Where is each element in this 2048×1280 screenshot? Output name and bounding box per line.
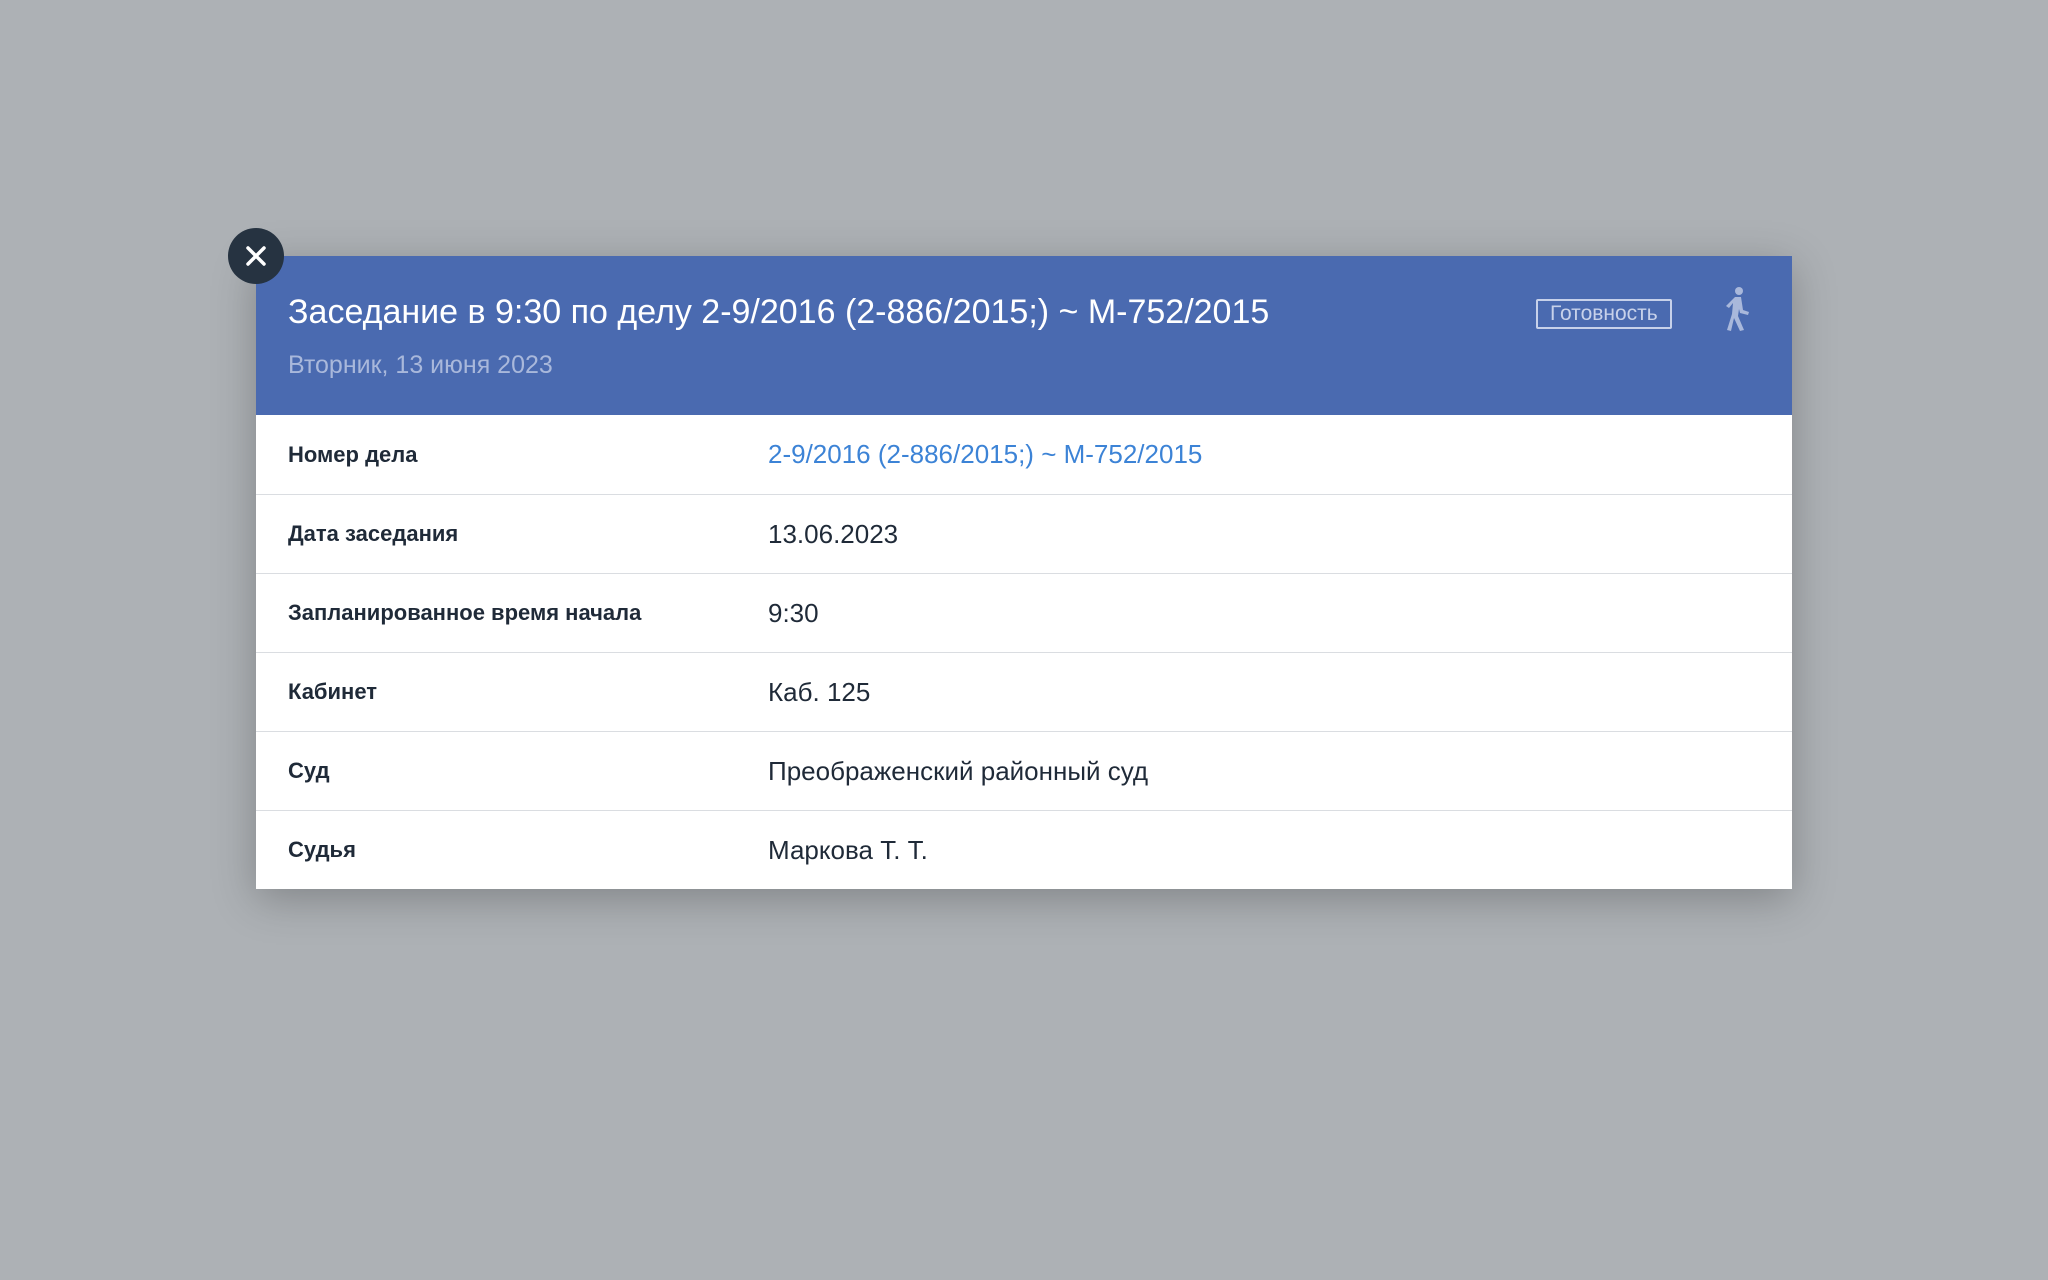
detail-row-hearing-date: Дата заседания 13.06.2023 (256, 494, 1792, 573)
detail-row-start-time: Запланированное время начала 9:30 (256, 573, 1792, 652)
detail-label: Кабинет (288, 679, 378, 704)
detail-value: 9:30 (768, 597, 819, 628)
detail-value: 13.06.2023 (768, 518, 899, 549)
case-number-link[interactable]: 2-9/2016 (2-886/2015;) ~ М-752/2015 (768, 439, 1202, 470)
detail-label: Дата заседания (288, 521, 459, 546)
detail-value: Каб. 125 (768, 676, 871, 707)
detail-row-court: Суд Преображенский районный суд (256, 731, 1792, 810)
details-list: Номер дела 2-9/2016 (2-886/2015;) ~ М-75… (256, 415, 1792, 889)
detail-row-room: Кабинет Каб. 125 (256, 652, 1792, 731)
close-icon (246, 246, 266, 266)
detail-label: Суд (288, 758, 330, 783)
detail-row-case-number: Номер дела 2-9/2016 (2-886/2015;) ~ М-75… (256, 415, 1792, 494)
detail-label: Запланированное время начала (288, 600, 642, 625)
status-badge: Готовность (1536, 299, 1672, 329)
detail-label: Номер дела (288, 441, 418, 467)
modal-header: Заседание в 9:30 по делу 2-9/2016 (2-886… (256, 256, 1792, 415)
detail-value: Маркова Т. Т. (768, 834, 928, 865)
detail-value: Преображенский районный суд (768, 755, 1149, 786)
detail-row-judge: Судья Маркова Т. Т. (256, 810, 1792, 889)
detail-label: Судья (288, 837, 356, 862)
hearing-details-modal: Заседание в 9:30 по делу 2-9/2016 (2-886… (256, 256, 1792, 889)
close-button[interactable] (228, 228, 284, 284)
modal-subtitle: Вторник, 13 июня 2023 (288, 351, 553, 379)
walking-person-icon (1726, 287, 1749, 331)
